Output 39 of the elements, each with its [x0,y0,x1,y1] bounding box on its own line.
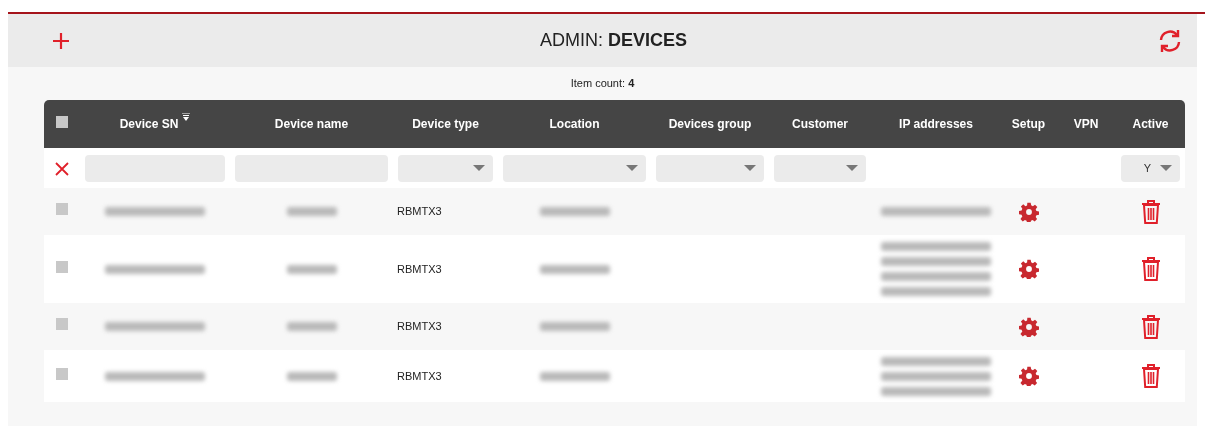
delete-icon[interactable] [1140,256,1161,282]
delete-icon[interactable] [1140,363,1161,389]
settings-icon[interactable] [1018,259,1039,279]
item-count: Item count: 4 [570,76,635,92]
column-header[interactable]: Setup [1011,115,1046,133]
settings-icon[interactable] [1018,316,1039,337]
column-header[interactable]: Customer [792,115,848,133]
column-header[interactable]: Device SN [119,115,179,133]
checkbox[interactable] [56,116,68,128]
table-cell: RBMTX3 [397,320,442,333]
checkbox[interactable] [56,203,68,216]
delete-icon[interactable] [1140,198,1161,225]
caret-icon [744,165,756,171]
column-header[interactable]: Device name [274,115,349,133]
delete-icon[interactable] [1140,313,1161,340]
checkbox[interactable] [56,367,68,380]
column-header[interactable]: Location [549,115,600,133]
page-title: ADMIN: DEVICES [539,29,687,52]
caret-icon [473,165,485,171]
caret-icon [846,165,858,171]
checkbox[interactable] [56,260,68,273]
table-cell: RBMTX3 [397,205,442,218]
table-cell: RBMTX3 [397,369,442,382]
clear-filter-icon[interactable] [55,161,69,176]
column-header[interactable]: VPN [1073,115,1099,133]
filter-dropdown[interactable]: Y [1121,154,1180,182]
settings-icon[interactable] [1018,366,1039,386]
checkbox[interactable] [56,318,68,331]
caret-icon [626,165,638,171]
sort-icon[interactable] [182,113,191,121]
column-header[interactable]: Devices group [668,115,752,133]
table-cell: RBMTX3 [397,262,442,275]
refresh-icon[interactable] [1157,27,1183,54]
settings-icon[interactable] [1018,201,1039,222]
add-icon[interactable] [52,31,70,50]
caret-icon [1160,165,1172,171]
column-header[interactable]: Device type [412,115,479,133]
column-header[interactable]: IP addresses [899,115,973,133]
column-header[interactable]: Active [1132,115,1169,133]
